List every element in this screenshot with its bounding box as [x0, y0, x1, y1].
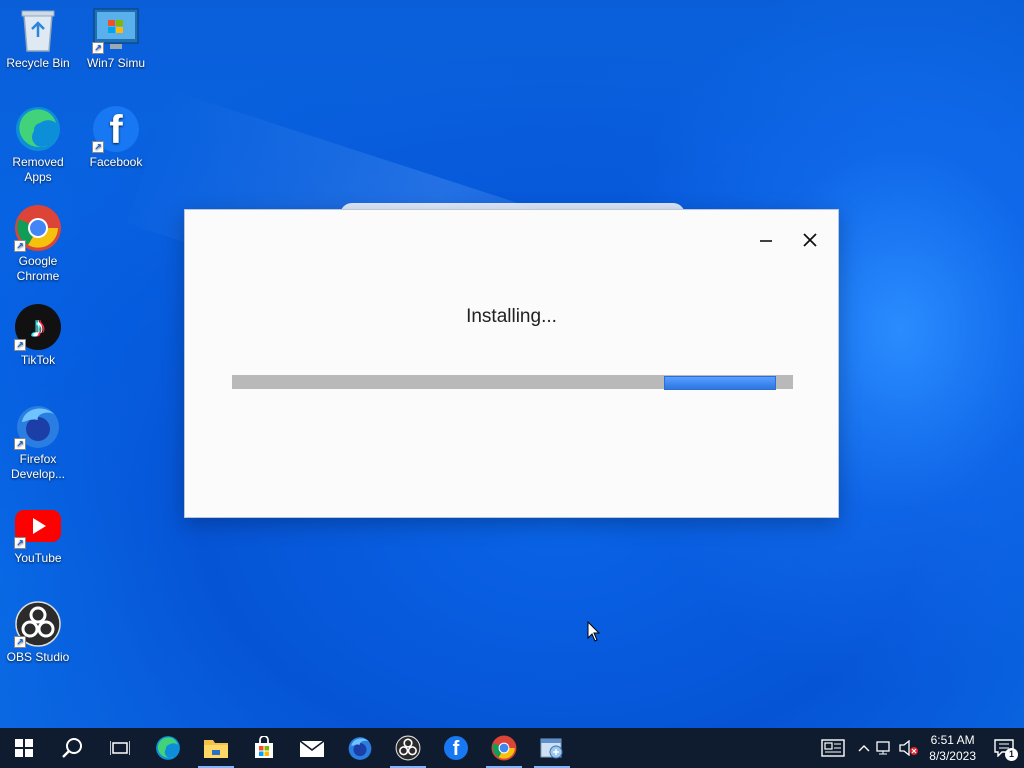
file-explorer-icon	[204, 740, 228, 758]
desktop-icon-tiktok[interactable]: ♪ ↗ TikTok	[0, 303, 76, 368]
news-icon	[821, 739, 845, 757]
search-button[interactable]	[48, 728, 96, 768]
close-button[interactable]	[796, 226, 824, 254]
chrome-icon	[491, 735, 517, 761]
notification-count-badge: 1	[1005, 748, 1018, 761]
edge-icon	[156, 736, 180, 760]
edge-icon	[14, 105, 62, 153]
taskbar: f 6:51 AM 8/3/2023 1	[0, 728, 1024, 768]
desktop-icon-youtube[interactable]: ↗ YouTube	[0, 501, 76, 566]
shortcut-arrow-icon: ↗	[14, 438, 26, 450]
taskbar-obs[interactable]	[384, 728, 432, 768]
chrome-icon: ↗	[14, 204, 62, 252]
taskbar-file-explorer[interactable]	[192, 728, 240, 768]
facebook-icon: f	[444, 736, 468, 760]
shortcut-arrow-icon: ↗	[14, 537, 26, 549]
firefox-icon	[348, 737, 372, 760]
desktop-icon-label: YouTube	[14, 551, 62, 565]
desktop-icon-obs-studio[interactable]: ↗ OBS Studio	[0, 600, 76, 665]
desktop-icon-label: Win7 Simu	[86, 56, 145, 70]
minimize-button[interactable]	[752, 226, 780, 254]
desktop-icon-label: Firefox Develop...	[10, 452, 66, 481]
taskbar-chrome[interactable]	[480, 728, 528, 768]
network-icon	[876, 741, 890, 755]
win7-simu-icon: ↗	[92, 6, 140, 54]
recycle-bin-icon	[14, 6, 62, 54]
desktop-icon-google-chrome[interactable]: ↗ Google Chrome	[0, 204, 76, 284]
clock-button[interactable]: 6:51 AM 8/3/2023	[921, 728, 984, 768]
obs-icon	[395, 735, 421, 761]
desktop-icon-label: Removed Apps	[12, 155, 64, 184]
action-center-button[interactable]: 1	[984, 728, 1024, 768]
news-and-interests-button[interactable]	[811, 728, 855, 768]
shortcut-arrow-icon: ↗	[92, 141, 104, 153]
show-hidden-icons-button[interactable]	[855, 728, 873, 768]
network-button[interactable]	[873, 728, 897, 768]
clock-date: 8/3/2023	[929, 749, 976, 763]
installer-dialog: Installing...	[184, 209, 839, 518]
desktop-icon-win7-simu[interactable]: ↗ Win7 Simu	[78, 6, 154, 71]
tiktok-icon: ♪ ↗	[14, 303, 62, 351]
mail-icon	[299, 740, 325, 757]
mouse-cursor-icon	[587, 621, 601, 642]
chevron-up-icon	[858, 745, 870, 752]
desktop-icon-label: Google Chrome	[16, 254, 60, 283]
shortcut-arrow-icon: ↗	[92, 42, 104, 54]
install-status-text: Installing...	[466, 306, 557, 327]
task-view-icon	[110, 741, 130, 755]
taskbar-microsoft-store[interactable]	[240, 728, 288, 768]
clock-time: 6:51 AM	[930, 733, 975, 747]
start-button[interactable]	[0, 728, 48, 768]
desktop-icon-facebook[interactable]: f ↗ Facebook	[78, 105, 154, 170]
install-progress-bar	[232, 375, 793, 390]
firefox-developer-icon: ↗	[14, 402, 62, 450]
shortcut-arrow-icon: ↗	[14, 339, 26, 351]
desktop-icon-label: Recycle Bin	[6, 56, 70, 70]
desktop-icon-label: OBS Studio	[6, 650, 70, 664]
taskbar-installer[interactable]	[528, 728, 576, 768]
volume-button[interactable]	[897, 728, 921, 768]
installer-icon	[540, 738, 563, 759]
system-tray: 6:51 AM 8/3/2023 1	[811, 728, 1024, 768]
windows-logo-icon	[15, 739, 33, 757]
facebook-icon: f ↗	[92, 105, 140, 153]
youtube-icon: ↗	[14, 501, 62, 549]
desktop-icon-label: Facebook	[89, 155, 143, 169]
close-icon	[803, 233, 817, 247]
progress-indicator	[664, 376, 776, 390]
shortcut-arrow-icon: ↗	[14, 240, 26, 252]
store-icon	[255, 736, 273, 758]
shortcut-arrow-icon: ↗	[14, 636, 26, 648]
task-view-button[interactable]	[96, 728, 144, 768]
search-icon	[62, 738, 82, 758]
desktop-icon-label: TikTok	[20, 353, 56, 367]
minimize-icon	[760, 240, 772, 242]
taskbar-mail[interactable]	[288, 728, 336, 768]
desktop-icon-removed-apps[interactable]: Removed Apps	[0, 105, 76, 185]
volume-muted-icon	[899, 740, 919, 756]
obs-icon: ↗	[14, 600, 62, 648]
taskbar-facebook[interactable]: f	[432, 728, 480, 768]
taskbar-firefox[interactable]	[336, 728, 384, 768]
taskbar-edge[interactable]	[144, 728, 192, 768]
desktop-icon-firefox-developer[interactable]: ↗ Firefox Develop...	[0, 402, 76, 482]
desktop-icon-recycle-bin[interactable]: Recycle Bin	[0, 6, 76, 71]
